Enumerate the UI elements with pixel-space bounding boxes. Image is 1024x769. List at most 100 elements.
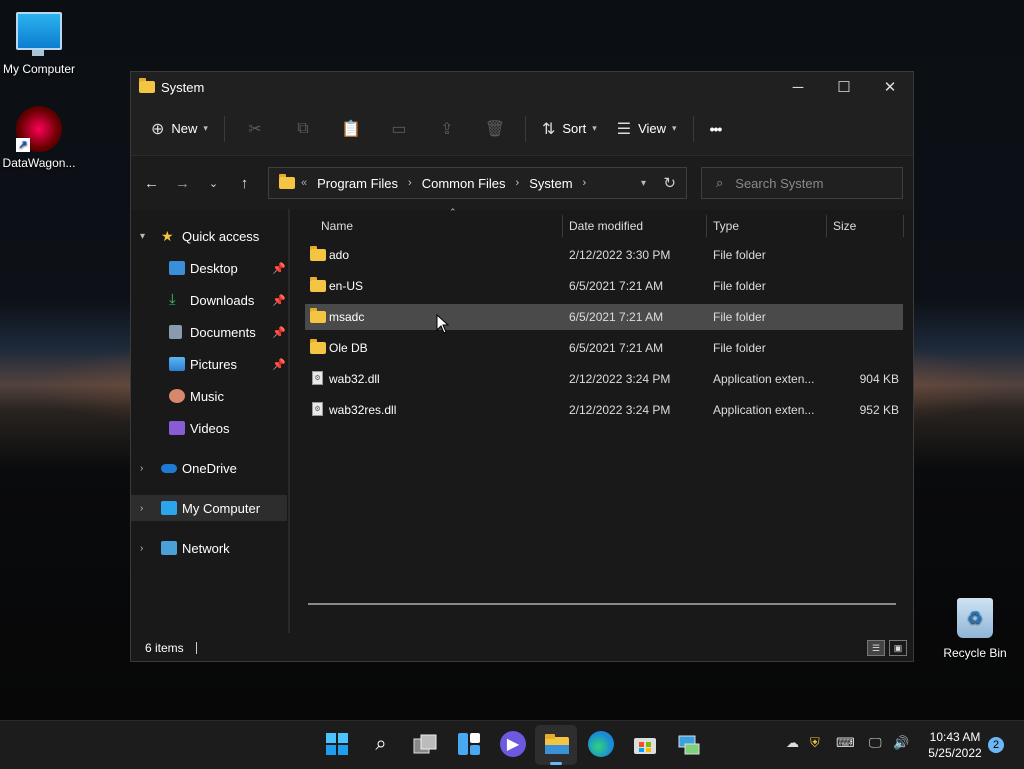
close-button[interactable]: ✕ xyxy=(867,72,913,102)
table-row[interactable]: en-US 6/5/2021 7:21 AM File folder xyxy=(305,273,903,299)
nav-item-pictures[interactable]: Pictures 📌 xyxy=(131,351,287,377)
pictures-icon xyxy=(169,357,185,371)
nav-item-onedrive[interactable]: › OneDrive xyxy=(131,455,287,481)
table-row[interactable]: ⚙ wab32res.dll 2/12/2022 3:24 PM Applica… xyxy=(305,397,903,423)
breadcrumb-program-files[interactable]: Program Files xyxy=(317,176,398,191)
nav-item-network[interactable]: › Network xyxy=(131,535,287,561)
nav-label: Videos xyxy=(190,420,230,436)
nav-item-music[interactable]: Music xyxy=(131,383,287,409)
nav-item-my-computer[interactable]: › My Computer xyxy=(131,495,287,521)
file-date: 6/5/2021 7:21 AM xyxy=(569,310,664,324)
overflow-chevron-icon[interactable]: « xyxy=(301,177,307,189)
view-list-icon: ☰ xyxy=(616,120,632,138)
column-header-name[interactable]: Name ⌃ xyxy=(321,207,561,243)
pane-splitter[interactable] xyxy=(288,209,290,633)
delete-icon[interactable]: 🗑 xyxy=(471,119,519,139)
tiles-view-icon[interactable]: ▣ xyxy=(889,640,907,656)
network-status-icon[interactable]: 🖵 xyxy=(869,735,882,751)
nav-item-desktop[interactable]: Desktop 📌 xyxy=(131,255,287,281)
pin-icon[interactable]: 📌 xyxy=(272,262,286,275)
horizontal-scrollbar[interactable] xyxy=(308,603,896,605)
pin-icon[interactable]: 📌 xyxy=(272,326,286,339)
edge-browser-icon[interactable] xyxy=(588,731,614,757)
nav-item-documents[interactable]: Documents 📌 xyxy=(131,319,287,345)
cut-icon[interactable]: ✂ xyxy=(231,119,279,139)
minimize-button[interactable]: ─ xyxy=(775,72,821,102)
desktop-icon-datawagon[interactable]: ↗ DataWagon... xyxy=(0,106,79,170)
column-header-date-modified[interactable]: Date modified xyxy=(569,209,705,243)
share-icon[interactable]: ⇪ xyxy=(423,119,471,139)
recent-locations-chevron-icon[interactable]: ⌄ xyxy=(198,177,229,190)
table-row[interactable]: Ole DB 6/5/2021 7:21 AM File folder xyxy=(305,335,903,361)
see-more-button[interactable]: ••• xyxy=(700,113,732,145)
rename-icon[interactable]: ▭ xyxy=(375,119,423,139)
column-divider[interactable] xyxy=(706,215,707,237)
search-box[interactable]: ⌕ Search System xyxy=(701,167,903,199)
search-placeholder: Search System xyxy=(735,175,824,191)
chevron-right-icon[interactable]: › xyxy=(140,503,143,514)
new-button[interactable]: ⊕ New ▾ xyxy=(141,113,218,145)
microsoft-store-icon[interactable] xyxy=(632,731,658,757)
chevron-right-icon[interactable]: › xyxy=(140,543,143,554)
refresh-icon[interactable]: ↻ xyxy=(663,174,676,192)
chevron-right-icon[interactable]: › xyxy=(408,177,412,189)
nav-item-videos[interactable]: Videos xyxy=(131,415,287,441)
view-label: View xyxy=(638,121,667,136)
view-button[interactable]: ☰ View ▾ xyxy=(607,113,687,145)
file-name: wab32.dll xyxy=(329,372,380,386)
paste-icon[interactable]: 📋 xyxy=(327,119,375,139)
back-arrow-icon[interactable]: ← xyxy=(136,175,167,192)
clock[interactable]: 10:43 AM 5/25/2022 xyxy=(920,729,990,761)
shortcut-arrow-icon: ↗ xyxy=(16,138,30,152)
nav-label: Pictures xyxy=(190,356,237,372)
notification-badge[interactable]: 2 xyxy=(988,737,1004,753)
task-view-icon[interactable] xyxy=(412,731,438,757)
table-row-selected[interactable]: msadc 6/5/2021 7:21 AM File folder xyxy=(305,304,903,330)
file-explorer-icon[interactable] xyxy=(544,731,570,757)
nav-label: Documents xyxy=(190,324,256,340)
nav-label: Desktop xyxy=(190,260,238,276)
pin-icon[interactable]: 📌 xyxy=(272,294,286,307)
copy-icon[interactable]: ⧉ xyxy=(279,120,327,138)
chevron-right-icon[interactable]: › xyxy=(583,177,587,189)
maximize-button[interactable]: ☐ xyxy=(821,72,867,102)
column-divider[interactable] xyxy=(562,215,563,237)
details-view-icon[interactable]: ☰ xyxy=(867,640,885,656)
volume-icon[interactable]: 🔊 xyxy=(893,735,909,751)
pin-icon[interactable]: 📌 xyxy=(272,358,286,371)
address-bar[interactable]: « Program Files › Common Files › System … xyxy=(268,167,687,199)
column-header-type[interactable]: Type xyxy=(713,209,823,243)
sort-button[interactable]: ⇅ Sort ▾ xyxy=(532,113,607,145)
chat-icon[interactable]: ▶ xyxy=(500,731,526,757)
column-header-size[interactable]: Size xyxy=(833,209,903,243)
table-row[interactable]: ado 2/12/2022 3:30 PM File folder xyxy=(305,242,903,268)
table-row[interactable]: ⚙ wab32.dll 2/12/2022 3:24 PM Applicatio… xyxy=(305,366,903,392)
title-bar[interactable]: System ─ ☐ ✕ xyxy=(131,72,913,102)
address-history-chevron-icon[interactable]: ▾ xyxy=(641,178,646,189)
nav-item-downloads[interactable]: ⤓ Downloads 📌 xyxy=(131,287,287,313)
search-icon[interactable]: ⌕ xyxy=(368,731,394,757)
forward-arrow-icon[interactable]: → xyxy=(167,175,198,192)
chevron-right-icon[interactable]: › xyxy=(140,463,143,474)
status-bar: 6 items ☰ ▣ xyxy=(131,635,913,661)
file-date: 2/12/2022 3:24 PM xyxy=(569,372,671,386)
widgets-icon[interactable] xyxy=(456,731,482,757)
desktop-icon-label: My Computer xyxy=(2,62,76,76)
chevron-right-icon[interactable]: › xyxy=(516,177,520,189)
breadcrumb-common-files[interactable]: Common Files xyxy=(422,176,506,191)
up-arrow-icon[interactable]: ↑ xyxy=(229,175,260,192)
onedrive-offline-icon[interactable]: ☁ xyxy=(786,735,799,751)
start-button[interactable] xyxy=(324,731,350,757)
chevron-down-icon[interactable]: ▾ xyxy=(140,231,145,242)
desktop-icon-my-computer[interactable]: My Computer xyxy=(0,12,79,76)
keyboard-icon[interactable]: ⌨ xyxy=(836,735,855,751)
file-name: ado xyxy=(329,248,350,262)
breadcrumb-system[interactable]: System xyxy=(529,176,572,191)
nav-quick-access[interactable]: ▾ ★ Quick access xyxy=(131,223,287,249)
security-warning-icon[interactable]: ⛨ xyxy=(810,735,820,751)
network-app-icon[interactable] xyxy=(676,731,702,757)
desktop-icon-recycle-bin[interactable]: Recycle Bin xyxy=(935,598,1015,660)
column-divider[interactable] xyxy=(826,215,827,237)
column-header-label: Name xyxy=(321,219,354,233)
column-divider[interactable] xyxy=(903,215,904,237)
